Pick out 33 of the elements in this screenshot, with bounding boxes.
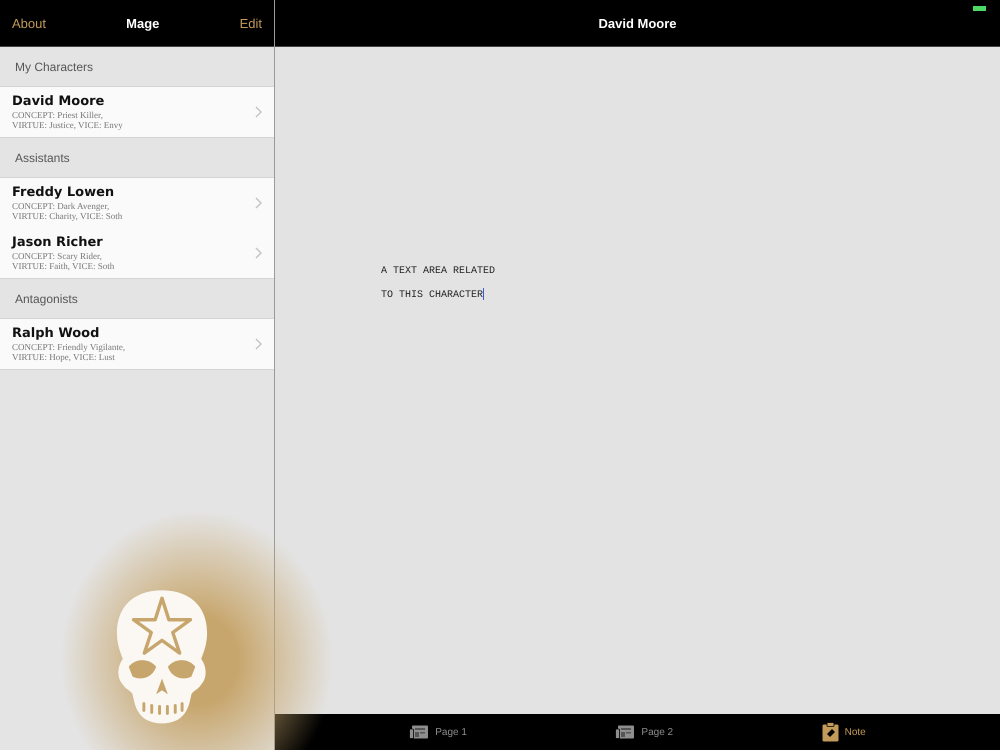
character-detail: VIRTUE: Justice, VICE: Envy: [12, 120, 123, 130]
chevron-icon: [255, 106, 262, 118]
tab[interactable]: Page 1: [405, 723, 471, 741]
character-name: Freddy Lowen: [12, 185, 116, 201]
chevron-icon: [255, 338, 262, 350]
character-row[interactable]: Jason Richer CONCEPT: Scary Rider, VIRTUE: Faith, VICE: Soth: [0, 228, 274, 278]
edit-button[interactable]: Edit: [240, 12, 262, 34]
character-row[interactable]: David Moore CONCEPT: Priest Killer, VIRTUE: Justice, VICE: Envy: [0, 87, 274, 137]
about-button[interactable]: About: [12, 12, 46, 34]
character-detail: CONCEPT: Priest Killer,: [12, 110, 104, 120]
chevron-icon: [255, 197, 262, 209]
battery-icon: [973, 6, 986, 11]
newspaper-icon: [409, 725, 430, 739]
newspaper-icon: [615, 725, 636, 739]
character-row[interactable]: Ralph Wood CONCEPT: Friendly Vigilante, VIRTUE: Hope, VICE: Lust: [0, 319, 274, 369]
tab[interactable]: Page 2: [611, 723, 678, 741]
character-name: Ralph Wood: [12, 326, 100, 342]
clipboard-icon: [822, 722, 839, 742]
character-row[interactable]: Freddy Lowen CONCEPT: Dark Avenger, VIRTUE: Charity, VICE: Soth: [0, 178, 274, 228]
chevron-icon: [255, 247, 262, 259]
text-cursor: [483, 288, 484, 300]
detail-title: David Moore: [598, 16, 676, 30]
text-area[interactable]: A TEXT AREA RELATED TO THIS CHARACTER: [381, 260, 496, 308]
character-name: David Moore: [12, 94, 106, 110]
character-name: Jason Richer: [12, 235, 104, 251]
character-detail: CONCEPT: Scary Rider,: [12, 251, 103, 261]
character-detail: CONCEPT: Dark Avenger,: [12, 201, 110, 211]
character-detail: CONCEPT: Friendly Vigilante,: [12, 342, 126, 352]
sidebar-title: Mage: [126, 16, 160, 30]
character-detail: VIRTUE: Faith, VICE: Soth: [12, 261, 114, 271]
tab[interactable]: Note: [818, 720, 870, 744]
character-detail: VIRTUE: Hope, VICE: Lust: [12, 352, 116, 362]
character-detail: VIRTUE: Charity, VICE: Soth: [12, 211, 122, 221]
